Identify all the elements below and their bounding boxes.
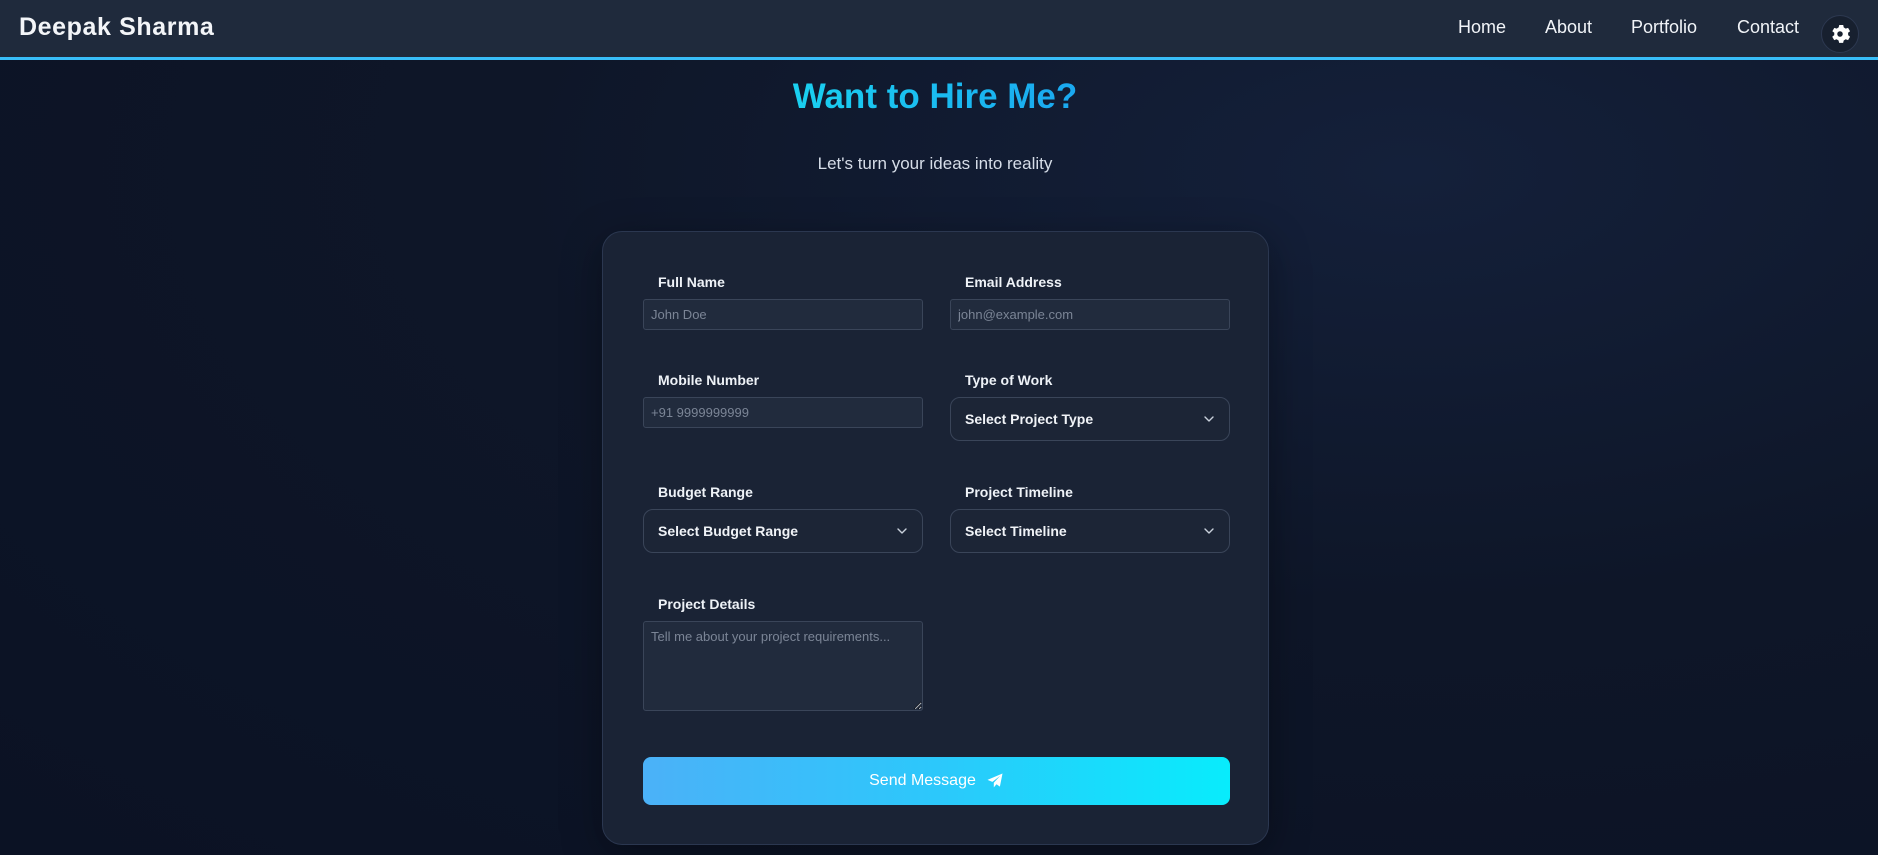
send-message-button[interactable]: Send Message <box>643 757 1230 805</box>
details-label: Project Details <box>658 596 756 612</box>
email-input[interactable] <box>950 299 1230 330</box>
gear-icon <box>1832 25 1851 43</box>
page-title: Want to Hire Me? <box>792 77 1078 116</box>
mobile-input[interactable] <box>643 397 923 428</box>
timeline-select[interactable]: Select Timeline <box>950 509 1230 553</box>
nav-link-home[interactable]: Home <box>1458 17 1506 38</box>
send-message-label: Send Message <box>869 772 976 789</box>
chevron-down-icon <box>897 528 907 534</box>
budget-select[interactable]: Select Budget Range <box>643 509 923 553</box>
full-name-input[interactable] <box>643 299 923 330</box>
nav-link-about[interactable]: About <box>1545 17 1592 38</box>
work-type-selected: Select Project Type <box>965 411 1094 427</box>
budget-label: Budget Range <box>658 484 753 500</box>
chevron-down-icon <box>1204 528 1214 534</box>
theme-toggle-button[interactable] <box>1821 15 1859 53</box>
navbar: Deepak Sharma Home About Portfolio Conta… <box>0 0 1878 60</box>
budget-selected: Select Budget Range <box>658 523 799 539</box>
nav-links: Home About Portfolio Contact <box>0 17 1878 41</box>
full-name-label: Full Name <box>658 274 725 290</box>
nav-link-portfolio[interactable]: Portfolio <box>1631 17 1697 38</box>
page-subtitle: Let's turn your ideas into reality <box>817 154 1053 173</box>
details-textarea[interactable] <box>643 621 923 711</box>
email-label: Email Address <box>965 274 1062 290</box>
work-type-label: Type of Work <box>965 372 1053 388</box>
timeline-selected: Select Timeline <box>965 523 1067 539</box>
nav-link-contact[interactable]: Contact <box>1737 17 1799 38</box>
paper-plane-icon <box>987 773 1003 788</box>
mobile-label: Mobile Number <box>658 372 760 388</box>
chevron-down-icon <box>1204 416 1214 422</box>
hire-form: Full Name Email Address Mobile Number Ty… <box>602 231 1269 845</box>
timeline-label: Project Timeline <box>965 484 1073 500</box>
work-type-select[interactable]: Select Project Type <box>950 397 1230 441</box>
